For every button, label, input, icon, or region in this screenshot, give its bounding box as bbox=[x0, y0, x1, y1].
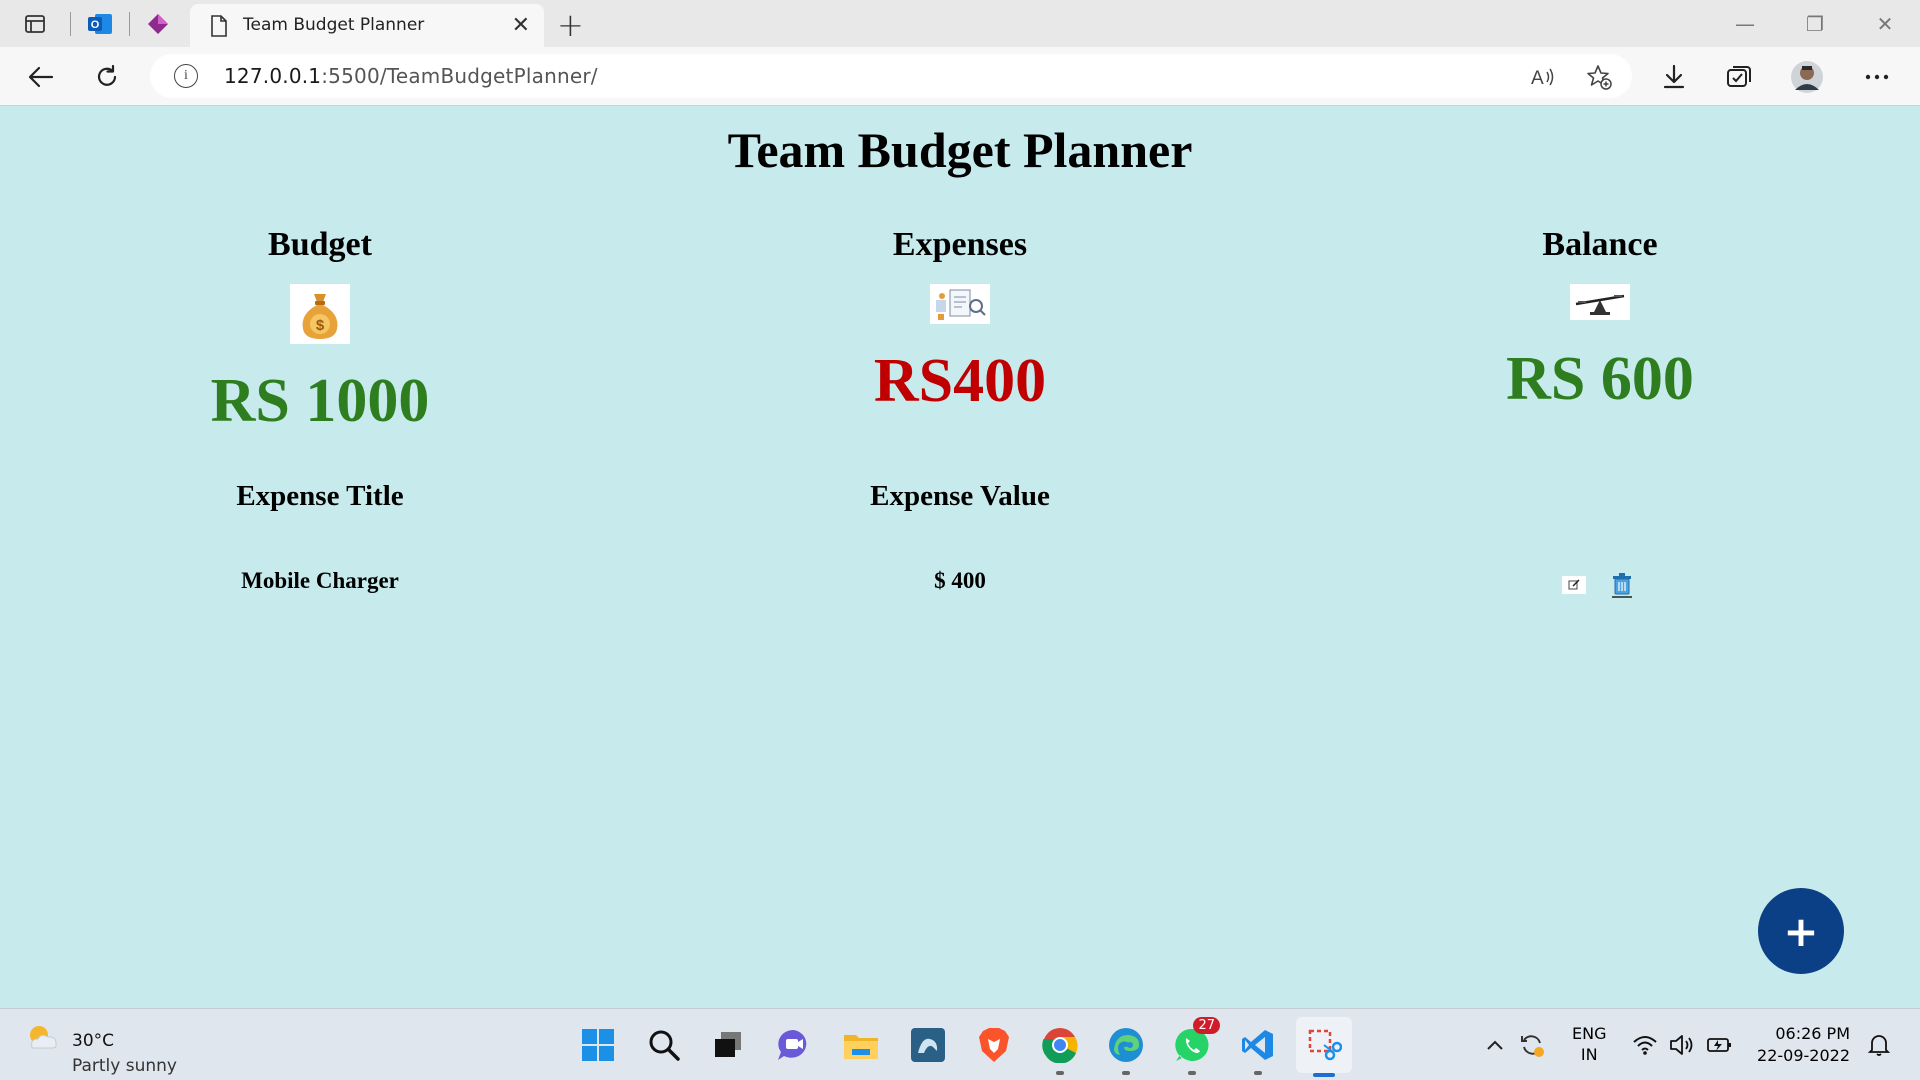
clock-date: 22-09-2022 bbox=[1757, 1046, 1850, 1065]
region-code: IN bbox=[1580, 1045, 1598, 1064]
weather-description: Partly sunny bbox=[72, 1056, 177, 1076]
expense-row-actions bbox=[1562, 572, 1634, 598]
delete-icon[interactable] bbox=[1610, 572, 1634, 598]
edit-icon[interactable] bbox=[1562, 576, 1586, 594]
url-bar[interactable]: i 127.0.0.1:5500/TeamBudgetPlanner/ A bbox=[150, 54, 1632, 98]
show-hidden-icons-icon[interactable] bbox=[1480, 1023, 1510, 1067]
add-expense-button[interactable]: + bbox=[1758, 888, 1844, 974]
brave-browser-icon[interactable] bbox=[972, 1023, 1016, 1067]
collections-icon[interactable] bbox=[1720, 58, 1758, 96]
balance-scale-icon bbox=[1570, 284, 1630, 320]
windows-taskbar: 30°C Partly sunny 27 ENG IN 06:26 PM 22-… bbox=[0, 1008, 1920, 1080]
expense-value-cell: $ 400 bbox=[934, 568, 986, 593]
volume-icon[interactable] bbox=[1668, 1023, 1698, 1067]
more-options-icon[interactable] bbox=[1858, 58, 1896, 96]
mysql-workbench-icon[interactable] bbox=[906, 1023, 950, 1067]
budget-amount: RS 1000 bbox=[210, 367, 430, 435]
refresh-icon[interactable] bbox=[88, 58, 126, 96]
clock-time: 06:26 PM bbox=[1775, 1024, 1850, 1043]
url-host: 127.0.0.1 bbox=[224, 64, 322, 88]
expense-value-header: Expense Value bbox=[870, 480, 1050, 512]
task-view-icon[interactable] bbox=[706, 1023, 750, 1067]
close-tab-icon[interactable]: ✕ bbox=[512, 13, 530, 38]
profile-avatar[interactable] bbox=[1788, 58, 1826, 96]
partly-sunny-icon bbox=[30, 1026, 57, 1049]
outlook-tab-icon[interactable]: O bbox=[85, 9, 115, 39]
downloads-icon[interactable] bbox=[1655, 58, 1693, 96]
chat-icon[interactable] bbox=[772, 1023, 816, 1067]
tab-team-budget-planner[interactable]: Team Budget Planner ✕ bbox=[190, 4, 544, 47]
restore-icon[interactable]: ❐ bbox=[1780, 0, 1850, 47]
expense-title-cell: Mobile Charger bbox=[241, 568, 399, 593]
add-favorite-icon[interactable] bbox=[1584, 62, 1614, 92]
running-indicator bbox=[1254, 1071, 1262, 1075]
close-window-icon[interactable]: ✕ bbox=[1850, 0, 1920, 47]
sync-icon[interactable] bbox=[1516, 1023, 1548, 1067]
svg-text:A: A bbox=[1531, 68, 1544, 88]
balance-amount: RS 600 bbox=[1506, 345, 1694, 413]
language-indicator[interactable]: ENG IN bbox=[1572, 1023, 1606, 1065]
weather-widget[interactable]: 30°C Partly sunny bbox=[24, 1019, 177, 1076]
url-path: :5500/TeamBudgetPlanner/ bbox=[321, 64, 598, 88]
running-indicator bbox=[1056, 1071, 1064, 1075]
site-info-icon[interactable]: i bbox=[174, 64, 198, 88]
running-indicator bbox=[1122, 1071, 1130, 1075]
svg-text:$: $ bbox=[316, 317, 325, 334]
whatsapp-icon[interactable]: 27 bbox=[1170, 1017, 1220, 1075]
page-content: Team Budget Planner Budget $ RS 1000 Exp… bbox=[0, 106, 1920, 1008]
page-file-icon bbox=[210, 15, 228, 42]
page-title: Team Budget Planner bbox=[727, 122, 1193, 178]
vscode-icon[interactable] bbox=[1236, 1023, 1280, 1075]
tab-actions-icon[interactable] bbox=[20, 9, 50, 39]
wifi-icon[interactable] bbox=[1630, 1023, 1660, 1067]
svg-text:O: O bbox=[91, 19, 100, 31]
expenses-heading: Expenses bbox=[892, 226, 1028, 263]
balance-card: Balance RS 600 bbox=[1280, 226, 1920, 466]
start-icon[interactable] bbox=[576, 1023, 620, 1067]
expense-report-icon bbox=[930, 284, 990, 324]
minimize-icon[interactable]: — bbox=[1710, 0, 1780, 47]
expense-title-header: Expense Title bbox=[236, 480, 404, 512]
tab-title: Team Budget Planner bbox=[243, 15, 425, 35]
tab-separator bbox=[129, 12, 130, 36]
battery-icon[interactable] bbox=[1704, 1023, 1736, 1067]
running-indicator bbox=[1188, 1071, 1196, 1075]
snipping-tool-icon[interactable] bbox=[1296, 1017, 1352, 1077]
back-icon[interactable] bbox=[22, 58, 60, 96]
money-bag-icon: $ bbox=[290, 284, 350, 344]
budget-heading: Budget bbox=[268, 226, 372, 263]
language-code: ENG bbox=[1572, 1024, 1607, 1043]
whatsapp-unread-badge: 27 bbox=[1193, 1017, 1220, 1034]
expenses-amount: RS400 bbox=[873, 347, 1047, 415]
budget-card: Budget $ RS 1000 bbox=[0, 226, 640, 466]
weather-temperature: 30°C bbox=[72, 1031, 115, 1051]
notifications-icon[interactable] bbox=[1864, 1023, 1894, 1067]
balance-heading: Balance bbox=[1542, 226, 1658, 263]
url-text[interactable]: 127.0.0.1:5500/TeamBudgetPlanner/ bbox=[224, 64, 598, 88]
tab-separator bbox=[70, 12, 71, 36]
edge-icon[interactable] bbox=[1104, 1023, 1148, 1075]
window-controls: — ❐ ✕ bbox=[1710, 0, 1920, 47]
system-clock[interactable]: 06:26 PM 22-09-2022 bbox=[1750, 1023, 1850, 1067]
browser-tab-bar: O Team Budget Planner ✕ + — ❐ ✕ bbox=[0, 0, 1920, 47]
search-icon[interactable] bbox=[642, 1023, 686, 1067]
expenses-card: Expenses RS400 bbox=[640, 226, 1280, 466]
address-toolbar: i 127.0.0.1:5500/TeamBudgetPlanner/ A bbox=[0, 47, 1920, 106]
read-aloud-icon[interactable]: A bbox=[1528, 62, 1558, 92]
power-apps-tab-icon[interactable] bbox=[143, 9, 173, 39]
active-indicator bbox=[1313, 1073, 1335, 1077]
new-tab-icon[interactable]: + bbox=[557, 6, 584, 44]
chrome-icon[interactable] bbox=[1038, 1023, 1082, 1075]
file-explorer-icon[interactable] bbox=[839, 1023, 883, 1067]
